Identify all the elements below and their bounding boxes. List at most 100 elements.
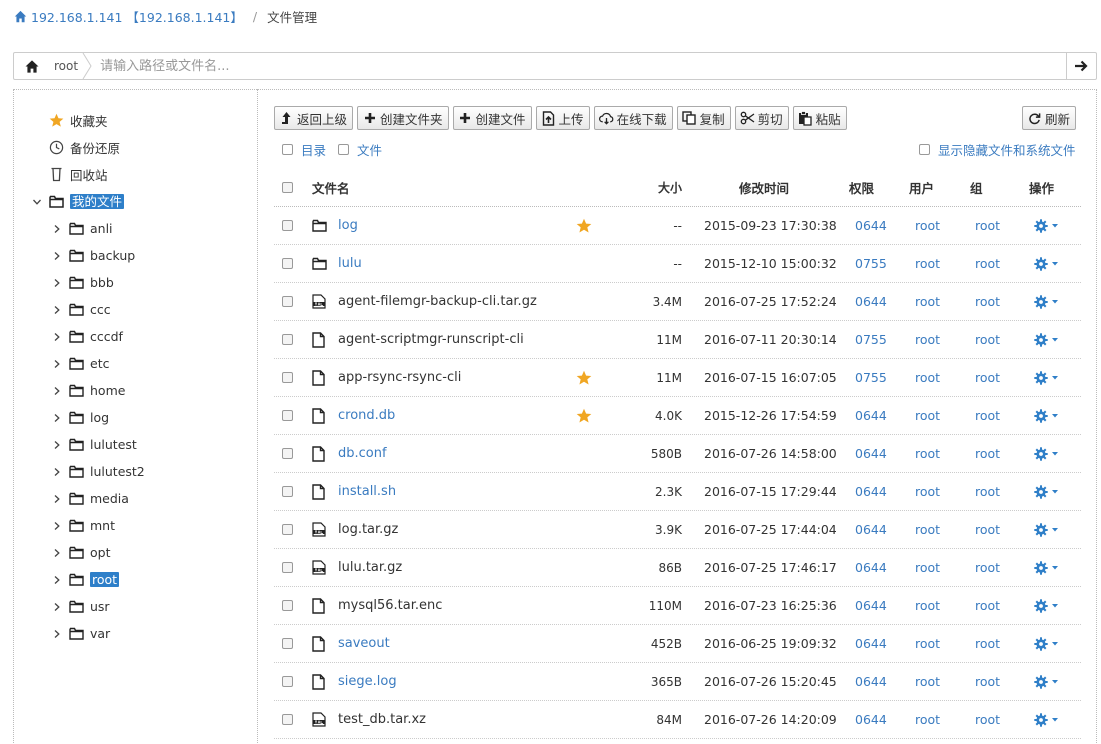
- row-checkbox[interactable]: [282, 562, 293, 573]
- path-home-button[interactable]: [14, 53, 50, 79]
- gear-dropdown-icon[interactable]: [1034, 321, 1060, 358]
- filter-dirs-label[interactable]: 目录: [301, 140, 326, 159]
- chevron-down-icon[interactable]: [32, 197, 42, 207]
- row-checkbox[interactable]: [282, 220, 293, 231]
- chevron-right-icon[interactable]: [52, 575, 62, 585]
- file-group-link[interactable]: root: [975, 549, 1000, 586]
- chevron-right-icon[interactable]: [52, 386, 62, 396]
- file-group-link[interactable]: root: [975, 511, 1000, 548]
- row-checkbox[interactable]: [282, 524, 293, 535]
- table-row[interactable]: mysql56.tar.enc 110M 2016-07-23 16:25:36 06…: [274, 587, 1081, 625]
- up-level-button[interactable]: 返回上级: [274, 106, 354, 130]
- show-hidden-checkbox[interactable]: [919, 144, 930, 155]
- table-row[interactable]: app-rsync-rsync-cli 11M 2016-07-15 16:07:0…: [274, 359, 1081, 397]
- star-icon[interactable]: [576, 359, 592, 396]
- file-group-link[interactable]: root: [975, 321, 1000, 358]
- gear-dropdown-icon[interactable]: [1034, 207, 1060, 244]
- gear-dropdown-icon[interactable]: [1034, 511, 1060, 548]
- breadcrumb-host-link[interactable]: 192.168.1.141 【192.168.1.141】: [31, 7, 243, 26]
- path-segment-root[interactable]: root: [50, 53, 82, 79]
- file-perm-link[interactable]: 0644: [855, 701, 887, 738]
- file-perm-link[interactable]: 0644: [855, 207, 887, 244]
- sidebar-item-favorites[interactable]: 收藏夹: [30, 107, 250, 134]
- file-perm-link[interactable]: 0644: [855, 549, 887, 586]
- sidebar-folder-lulutest2[interactable]: lulutest2: [30, 458, 250, 485]
- file-user-link[interactable]: root: [915, 701, 940, 738]
- row-checkbox[interactable]: [282, 676, 293, 687]
- sidebar-folder-ccc[interactable]: ccc: [30, 296, 250, 323]
- file-group-link[interactable]: root: [975, 283, 1000, 320]
- sidebar-folder-cccdf[interactable]: cccdf: [30, 323, 250, 350]
- file-user-link[interactable]: root: [915, 245, 940, 282]
- file-user-link[interactable]: root: [915, 207, 940, 244]
- gear-dropdown-icon[interactable]: [1034, 283, 1060, 320]
- sidebar-folder-opt[interactable]: opt: [30, 539, 250, 566]
- file-name[interactable]: db.conf: [338, 435, 387, 472]
- gear-dropdown-icon[interactable]: [1034, 701, 1060, 738]
- file-perm-link[interactable]: 0644: [855, 283, 887, 320]
- gear-dropdown-icon[interactable]: [1034, 359, 1060, 396]
- file-name[interactable]: saveout: [338, 625, 390, 662]
- file-name[interactable]: install.sh: [338, 473, 396, 510]
- file-group-link[interactable]: root: [975, 397, 1000, 434]
- table-row[interactable]: log.tar.gz 3.9K 2016-07-25 17:44:04 0644 roo…: [274, 511, 1081, 549]
- table-row[interactable]: lulu -- 2015-12-10 15:00:32 0755 root root: [274, 245, 1081, 283]
- file-perm-link[interactable]: 0755: [855, 321, 887, 358]
- file-perm-link[interactable]: 0644: [855, 397, 887, 434]
- sidebar-folder-bbb[interactable]: bbb: [30, 269, 250, 296]
- filter-dirs-checkbox[interactable]: [282, 144, 293, 155]
- file-user-link[interactable]: root: [915, 359, 940, 396]
- sidebar-folder-root[interactable]: root: [30, 566, 250, 593]
- header-name[interactable]: 文件名: [312, 169, 350, 206]
- filter-files-checkbox[interactable]: [338, 144, 350, 155]
- gear-dropdown-icon[interactable]: [1034, 549, 1060, 586]
- file-user-link[interactable]: root: [915, 511, 940, 548]
- table-row[interactable]: db.conf 580B 2016-07-26 14:58:00 0644 root ro…: [274, 435, 1081, 473]
- file-user-link[interactable]: root: [915, 397, 940, 434]
- sidebar-folder-media[interactable]: media: [30, 485, 250, 512]
- table-row[interactable]: log -- 2015-09-23 17:30:38 0644 root root: [274, 207, 1081, 245]
- file-group-link[interactable]: root: [975, 663, 1000, 700]
- file-name[interactable]: siege.log: [338, 663, 397, 700]
- sidebar-item-my-files[interactable]: 我的文件: [30, 188, 250, 215]
- copy-button[interactable]: 复制: [676, 106, 731, 130]
- chevron-right-icon[interactable]: [52, 359, 62, 369]
- file-user-link[interactable]: root: [915, 473, 940, 510]
- chevron-right-icon[interactable]: [52, 548, 62, 558]
- sidebar-folder-log[interactable]: log: [30, 404, 250, 431]
- row-checkbox[interactable]: [282, 714, 293, 725]
- sidebar-folder-etc[interactable]: etc: [30, 350, 250, 377]
- file-perm-link[interactable]: 0644: [855, 625, 887, 662]
- file-user-link[interactable]: root: [915, 587, 940, 624]
- create-file-button[interactable]: 创建文件: [452, 106, 532, 130]
- chevron-right-icon[interactable]: [52, 629, 62, 639]
- file-perm-link[interactable]: 0755: [855, 245, 887, 282]
- show-hidden-label[interactable]: 显示隐藏文件和系统文件: [938, 140, 1076, 159]
- row-checkbox[interactable]: [282, 334, 293, 345]
- gear-dropdown-icon[interactable]: [1034, 587, 1060, 624]
- sidebar-item-recycle-bin[interactable]: 回收站: [30, 161, 250, 188]
- file-perm-link[interactable]: 0644: [855, 473, 887, 510]
- upload-button[interactable]: 上传: [535, 106, 590, 130]
- sidebar-folder-mnt[interactable]: mnt: [30, 512, 250, 539]
- chevron-right-icon[interactable]: [52, 602, 62, 612]
- chevron-right-icon[interactable]: [52, 332, 62, 342]
- row-checkbox[interactable]: [282, 372, 293, 383]
- create-folder-button[interactable]: 创建文件夹: [357, 106, 449, 130]
- row-checkbox[interactable]: [282, 410, 293, 421]
- star-icon[interactable]: [576, 397, 592, 434]
- table-row[interactable]: test_db.tar.xz 84M 2016-07-26 14:20:09 0644…: [274, 701, 1081, 739]
- chevron-right-icon[interactable]: [52, 278, 62, 288]
- file-perm-link[interactable]: 0644: [855, 511, 887, 548]
- sidebar-item-backup-restore[interactable]: 备份还原: [30, 134, 250, 161]
- chevron-right-icon[interactable]: [52, 494, 62, 504]
- sidebar-folder-lulutest[interactable]: lulutest: [30, 431, 250, 458]
- table-row[interactable]: lulu.tar.gz 86B 2016-07-25 17:46:17 0644 roo…: [274, 549, 1081, 587]
- file-group-link[interactable]: root: [975, 207, 1000, 244]
- gear-dropdown-icon[interactable]: [1034, 397, 1060, 434]
- chevron-right-icon[interactable]: [52, 224, 62, 234]
- sidebar-folder-backup[interactable]: backup: [30, 242, 250, 269]
- chevron-right-icon[interactable]: [52, 305, 62, 315]
- row-checkbox[interactable]: [282, 258, 293, 269]
- select-all-checkbox[interactable]: [282, 182, 293, 193]
